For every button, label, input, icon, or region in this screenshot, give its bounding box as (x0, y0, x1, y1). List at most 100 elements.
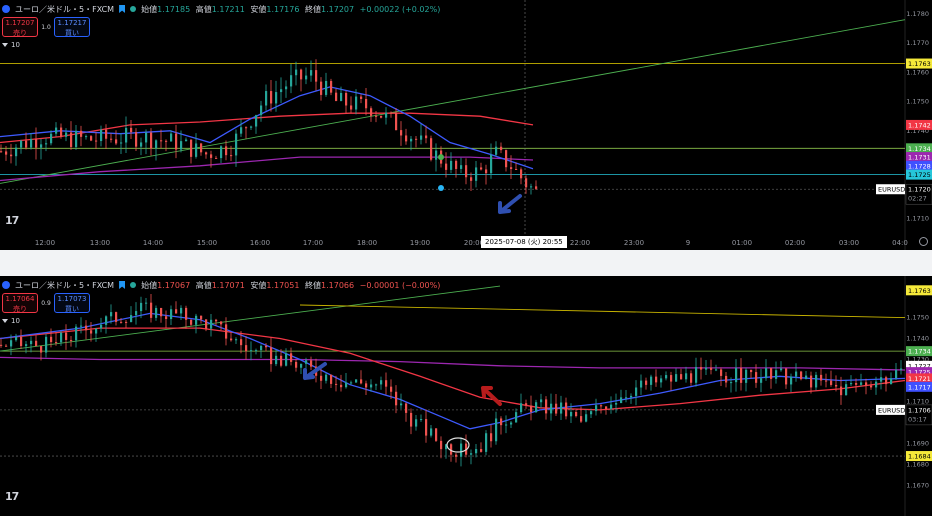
candle (815, 374, 818, 388)
candle (305, 75, 308, 80)
candle (450, 160, 453, 170)
price-tag-label: 1.1734 (908, 348, 931, 356)
candle (790, 376, 793, 385)
candle (0, 344, 3, 346)
candle (70, 132, 73, 147)
candle (235, 339, 238, 341)
candle (240, 127, 243, 134)
symbol-tag-label: EURUSD (878, 406, 905, 414)
candle (425, 135, 428, 139)
price-tick-label: 1.1710 (906, 397, 929, 405)
candle (285, 86, 288, 90)
flag-icon (119, 5, 126, 13)
candle (470, 453, 473, 455)
candle (25, 140, 28, 148)
candle (365, 98, 368, 109)
candle (280, 89, 283, 93)
candle (220, 146, 223, 159)
candle (520, 169, 523, 179)
time-tick-label: 19:00 (410, 239, 430, 247)
chart-canvas-top[interactable]: 1.17801.17701.17601.17501.17401.17301.17… (0, 0, 932, 250)
candle (495, 418, 498, 442)
candle (420, 419, 423, 421)
candle (150, 302, 153, 318)
candle (780, 368, 783, 371)
candle (5, 345, 8, 347)
candle (405, 135, 408, 142)
gear-icon[interactable] (919, 237, 928, 246)
candle (160, 307, 163, 317)
candle (490, 433, 493, 442)
candle (405, 403, 408, 413)
candle (60, 332, 63, 343)
candle (490, 154, 493, 174)
trade-buttons: 1.17064 売り 0.9 1.17073 買い (2, 293, 90, 313)
candle (20, 140, 23, 148)
candle (625, 397, 628, 399)
chart-panel-top[interactable]: 1.17801.17701.17601.17501.17401.17301.17… (0, 0, 932, 250)
candle (340, 92, 343, 101)
candle (495, 146, 498, 155)
candle (190, 139, 193, 157)
flag-icon (119, 281, 126, 289)
candle (635, 387, 638, 396)
candle (325, 80, 328, 95)
candle (700, 367, 703, 370)
current-price-label: 1.1706 (908, 406, 931, 414)
price-tick-label: 1.1760 (906, 68, 929, 76)
change-value: +0.00022 (+0.02%) (359, 4, 441, 14)
candle (245, 345, 248, 352)
buy-button[interactable]: 1.17073 買い (54, 293, 90, 313)
signal-marker (438, 154, 444, 161)
candle (475, 449, 478, 454)
candle (250, 126, 253, 128)
candle (285, 353, 288, 366)
candle (845, 384, 848, 396)
indicators-toggle[interactable]: 10 (2, 317, 20, 325)
candle (130, 315, 133, 322)
sell-button[interactable]: 1.17207 売り (2, 17, 38, 37)
buy-button[interactable]: 1.17217 買い (54, 17, 90, 37)
candle (170, 133, 173, 142)
sell-button[interactable]: 1.17064 売り (2, 293, 38, 313)
candle (225, 324, 228, 339)
candle (890, 378, 893, 385)
price-axis (905, 276, 932, 516)
candle (605, 406, 608, 409)
candle (195, 143, 198, 157)
candle (85, 325, 88, 331)
candle (330, 374, 333, 384)
candle (795, 371, 798, 377)
candle (30, 139, 33, 148)
price-tag-label: 1.1731 (908, 154, 931, 162)
current-price-label: 1.1720 (908, 186, 931, 194)
candle (220, 321, 223, 325)
chart-panel-bottom[interactable]: 1.17501.17401.17301.17201.17101.17001.16… (0, 276, 932, 516)
price-tag-label: 1.1684 (908, 453, 931, 461)
price-tick-label: 1.1670 (906, 481, 929, 489)
candle (875, 381, 878, 388)
market-open-icon (130, 6, 137, 12)
tradingview-logo-icon: 17 (5, 214, 19, 227)
candle (570, 411, 573, 417)
candle (40, 144, 43, 148)
candle (395, 391, 398, 406)
candle (145, 302, 148, 304)
candle (785, 368, 788, 385)
time-tick-label: 01:00 (732, 239, 752, 247)
indicators-toggle[interactable]: 10 (2, 41, 20, 49)
candle (850, 383, 853, 385)
candle (370, 108, 373, 116)
candle (385, 112, 388, 118)
ohlc-readout: 始値1.17185 高値1.17211 安値1.17176 終値1.17207 … (141, 4, 441, 14)
chart-canvas-bottom[interactable]: 1.17501.17401.17301.17201.17101.17001.16… (0, 276, 932, 516)
symbol-title[interactable]: ユーロ／米ドル・5・FXCM (15, 280, 114, 291)
price-tag-label: 1.1721 (908, 375, 931, 383)
symbol-title[interactable]: ユーロ／米ドル・5・FXCM (15, 4, 114, 15)
candle (115, 139, 118, 144)
time-tick-label: 02:00 (785, 239, 805, 247)
candle (725, 375, 728, 383)
trade-buttons: 1.17207 売り 1.0 1.17217 買い (2, 17, 90, 37)
change-value: −0.00001 (−0.00%) (359, 280, 441, 290)
tradingview-logo-icon: 17 (5, 490, 19, 503)
